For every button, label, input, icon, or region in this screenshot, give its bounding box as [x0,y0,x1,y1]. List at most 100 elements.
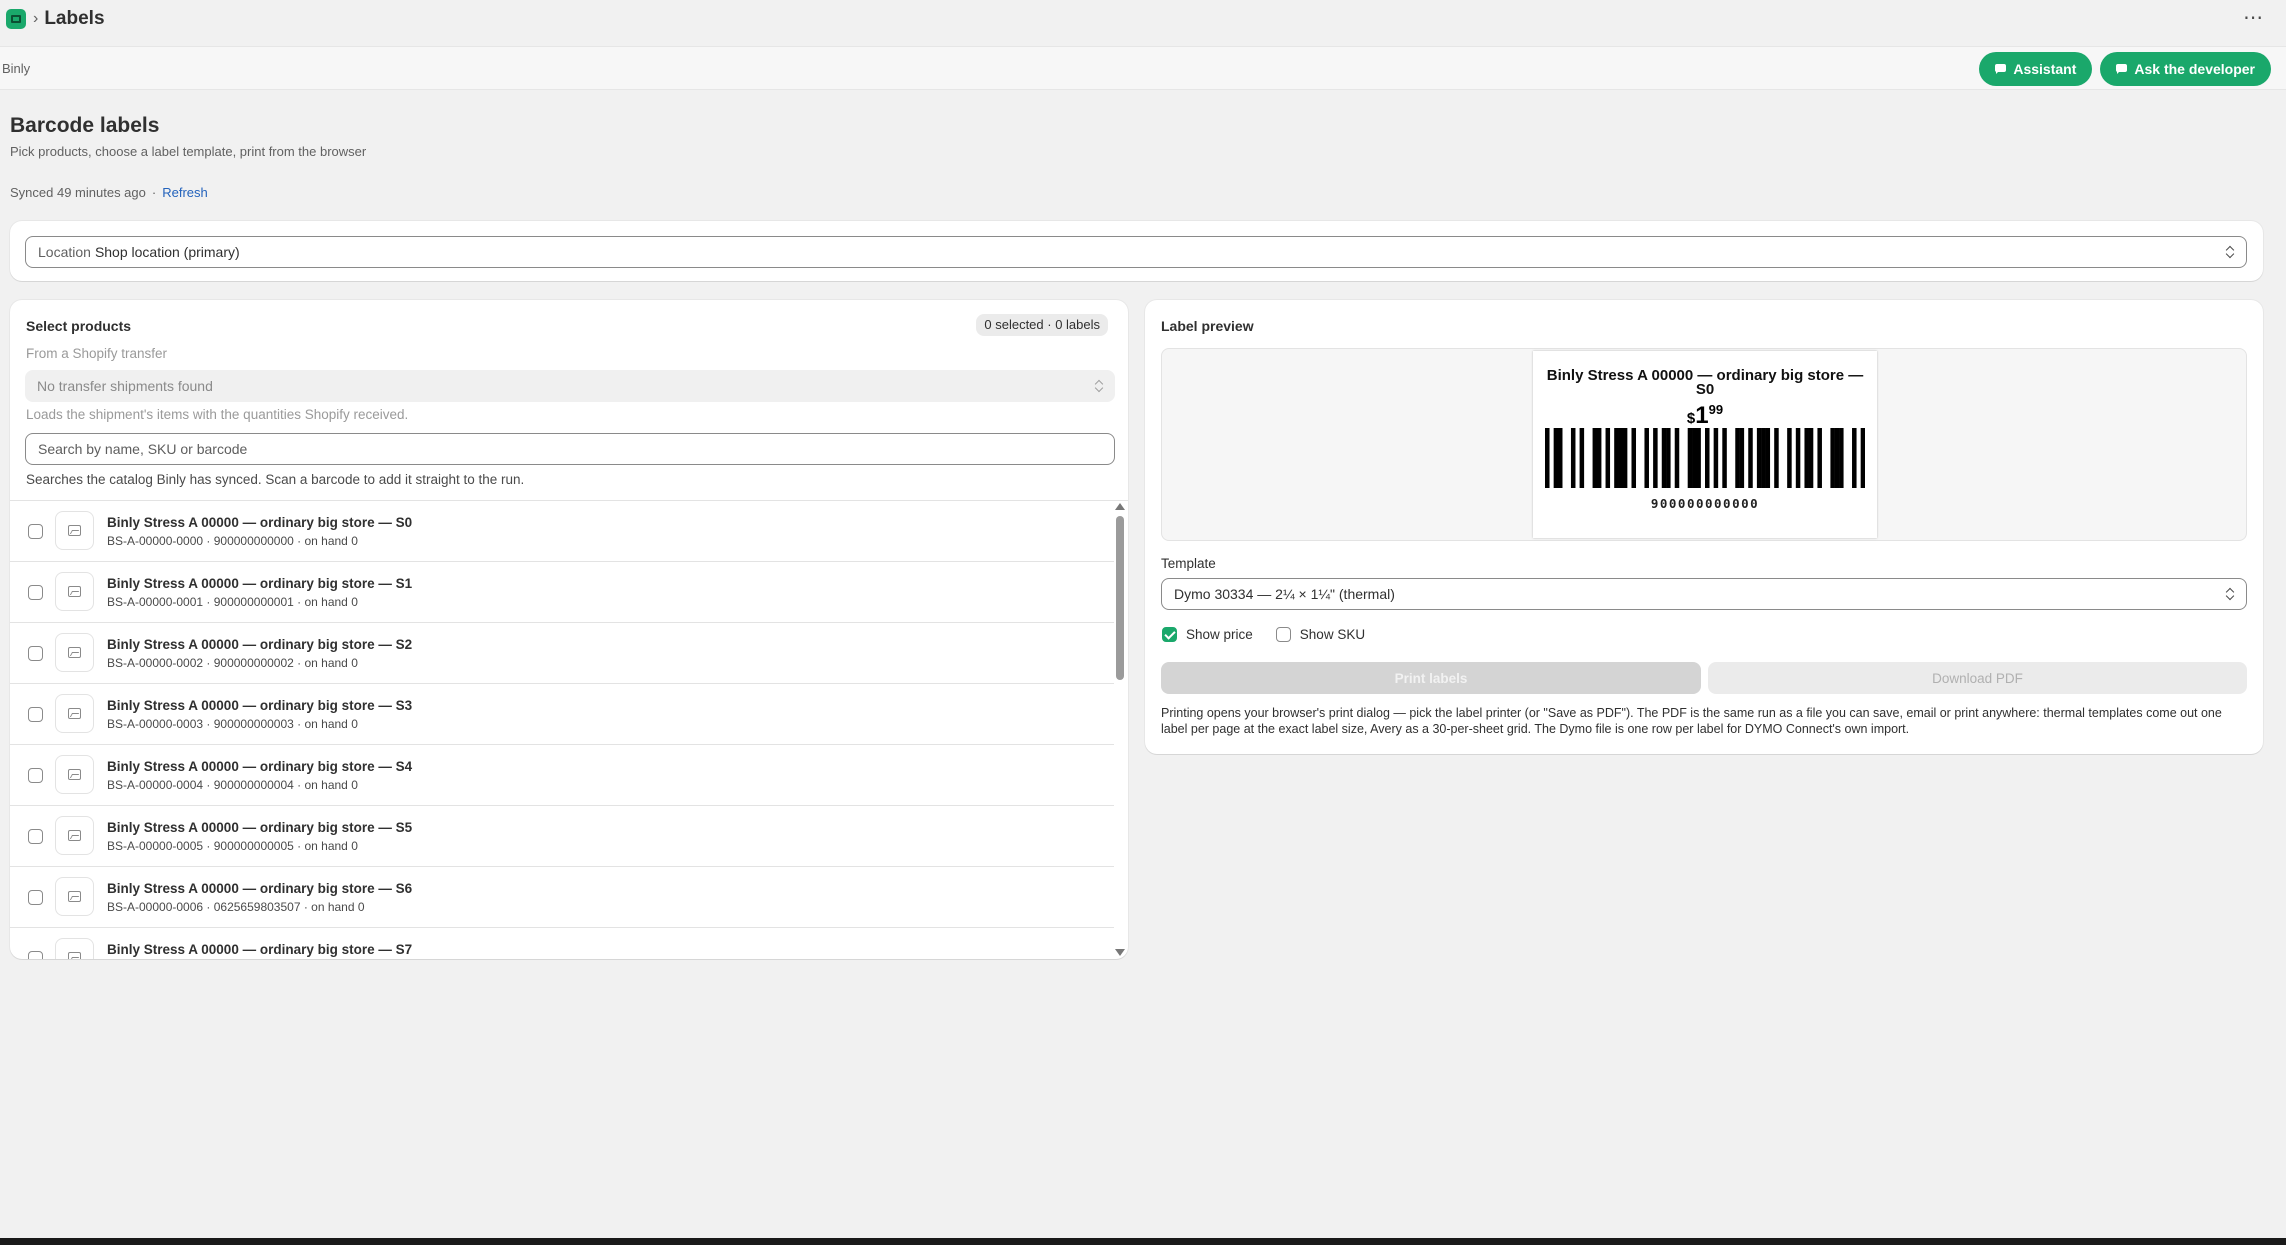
product-name: Binly Stress A 00000 — ordinary big stor… [107,515,413,530]
label-price-major: 1 [1695,402,1709,429]
page-subtitle: Pick products, choose a label template, … [10,144,367,159]
show-price-label[interactable]: Show price [1186,627,1253,642]
image-placeholder-icon [68,769,81,780]
ask-developer-button-label: Ask the developer [2134,61,2255,77]
product-row[interactable]: Binly Stress A 00000 — ordinary big stor… [10,562,1114,623]
product-name: Binly Stress A 00000 — ordinary big stor… [107,881,413,896]
label-preview-title: Label preview [1161,318,1254,334]
app-logo-icon[interactable] [6,9,26,29]
product-row[interactable]: Binly Stress A 00000 — ordinary big stor… [10,745,1114,806]
page-breadcrumb: Labels [44,8,105,29]
row-checkbox[interactable] [28,768,43,783]
label-price: $199 [1533,402,1877,430]
label-product-name: Binly Stress A 00000 — ordinary big stor… [1546,367,1864,398]
product-name: Binly Stress A 00000 — ordinary big stor… [107,698,413,713]
breadcrumb-chevron-icon: › [33,10,39,27]
location-select-prefix: Location [38,244,91,260]
row-checkbox[interactable] [28,829,43,844]
select-products-card: Select products 0 selected · 0 labels Fr… [10,300,1128,959]
ask-developer-button[interactable]: Ask the developer [2100,52,2271,86]
location-card: Location Shop location (primary) [10,221,2263,281]
label-sample: Binly Stress A 00000 — ordinary big stor… [1533,351,1877,538]
more-actions-icon[interactable]: ⋯ [2243,8,2264,28]
product-thumbnail [55,572,94,611]
search-help-text: Searches the catalog Binly has synced. S… [26,472,525,487]
label-preview-card: Label preview Binly Stress A 00000 — ord… [1145,300,2263,754]
download-pdf-button[interactable]: Download PDF [1708,662,2247,694]
print-labels-button[interactable]: Print labels [1161,662,1701,694]
show-price-checkbox[interactable] [1162,627,1177,642]
product-meta: BS-A-00000-0000 · 900000000000 · on hand… [107,534,358,548]
product-list-scrollbar[interactable] [1111,500,1128,959]
product-row[interactable]: Binly Stress A 00000 — ordinary big stor… [10,501,1114,562]
product-name: Binly Stress A 00000 — ordinary big stor… [107,759,413,774]
app-name: Binly [2,60,31,76]
product-row[interactable]: Binly Stress A 00000 — ordinary big stor… [10,928,1114,959]
product-thumbnail [55,511,94,550]
barcode-graphic [1545,428,1865,488]
select-chevron-icon [1095,379,1103,393]
image-placeholder-icon [68,586,81,597]
select-chevron-icon [2226,587,2234,601]
row-checkbox[interactable] [28,585,43,600]
product-name: Binly Stress A 00000 — ordinary big stor… [107,576,413,591]
product-row[interactable]: Binly Stress A 00000 — ordinary big stor… [10,806,1114,867]
product-meta: BS-A-00000-0006 · 0625659803507 · on han… [107,900,365,914]
select-chevron-icon [2226,245,2234,259]
product-thumbnail [55,816,94,855]
product-row[interactable]: Binly Stress A 00000 — ordinary big stor… [10,867,1114,928]
product-name: Binly Stress A 00000 — ordinary big stor… [107,637,413,652]
show-sku-checkbox[interactable] [1275,627,1291,642]
row-checkbox[interactable] [28,951,43,959]
image-placeholder-icon [68,830,81,841]
refresh-link[interactable]: Refresh [162,185,208,200]
scrollbar-thumb[interactable] [1116,516,1124,680]
product-meta: BS-A-00000-0005 · 900000000005 · on hand… [107,839,358,853]
image-placeholder-icon [68,708,81,719]
transfer-select[interactable]: No transfer shipments found [25,370,1115,402]
selection-count-badge: 0 selected · 0 labels [976,314,1108,336]
location-select[interactable]: Location Shop location (primary) [25,236,2247,268]
sync-status-text: Synced 49 minutes ago [10,185,146,200]
image-placeholder-icon [68,525,81,536]
barcode-digits: 900000000000 [1650,496,1760,511]
row-checkbox[interactable] [28,707,43,722]
product-row[interactable]: Binly Stress A 00000 — ordinary big stor… [10,684,1114,745]
chat-icon [2116,64,2128,74]
product-meta: BS-A-00000-0002 · 900000000002 · on hand… [107,656,358,670]
app-bar-actions: Assistant Ask the developer [1979,52,2271,86]
product-search-input[interactable] [38,441,1114,457]
template-select[interactable]: Dymo 30334 — 2¼ × 1¼" (thermal) [1161,578,2247,610]
chat-icon [1995,64,2007,74]
row-checkbox[interactable] [28,524,43,539]
location-select-value: Shop location (primary) [94,244,240,260]
app-bar: Binly Assistant Ask the developer [0,46,2286,90]
product-row[interactable]: Binly Stress A 00000 — ordinary big stor… [10,623,1114,684]
transfer-select-value: No transfer shipments found [37,378,213,394]
row-checkbox[interactable] [28,646,43,661]
image-placeholder-icon [68,647,81,658]
product-name: Binly Stress A 00000 — ordinary big stor… [107,820,413,835]
image-placeholder-icon [68,891,81,902]
scroll-down-arrow-icon[interactable] [1115,949,1125,956]
product-thumbnail [55,877,94,916]
row-checkbox[interactable] [28,890,43,905]
template-label: Template [1161,556,1216,571]
admin-topbar: › Labels ⋯ [0,0,2286,38]
template-select-value: Dymo 30334 — 2¼ × 1¼" (thermal) [1174,586,1395,602]
product-meta: BS-A-00000-0003 · 900000000003 · on hand… [107,717,358,731]
label-price-symbol: $ [1686,410,1696,427]
assistant-button[interactable]: Assistant [1979,52,2093,86]
scroll-up-arrow-icon[interactable] [1115,503,1125,510]
printing-help-text: Printing opens your browser's print dial… [1161,706,2222,736]
product-search-field[interactable] [25,433,1115,465]
show-sku-label[interactable]: Show SKU [1300,627,1365,642]
label-options: Show price Show SKU [1162,627,1365,642]
transfer-help-text: Loads the shipment's items with the quan… [26,407,409,422]
assistant-button-label: Assistant [2013,61,2077,77]
page-title: Barcode labels [10,114,160,137]
product-thumbnail [55,633,94,672]
product-thumbnail [55,755,94,794]
sync-separator: · [151,185,157,200]
window-bottom-edge [0,1238,2286,1245]
